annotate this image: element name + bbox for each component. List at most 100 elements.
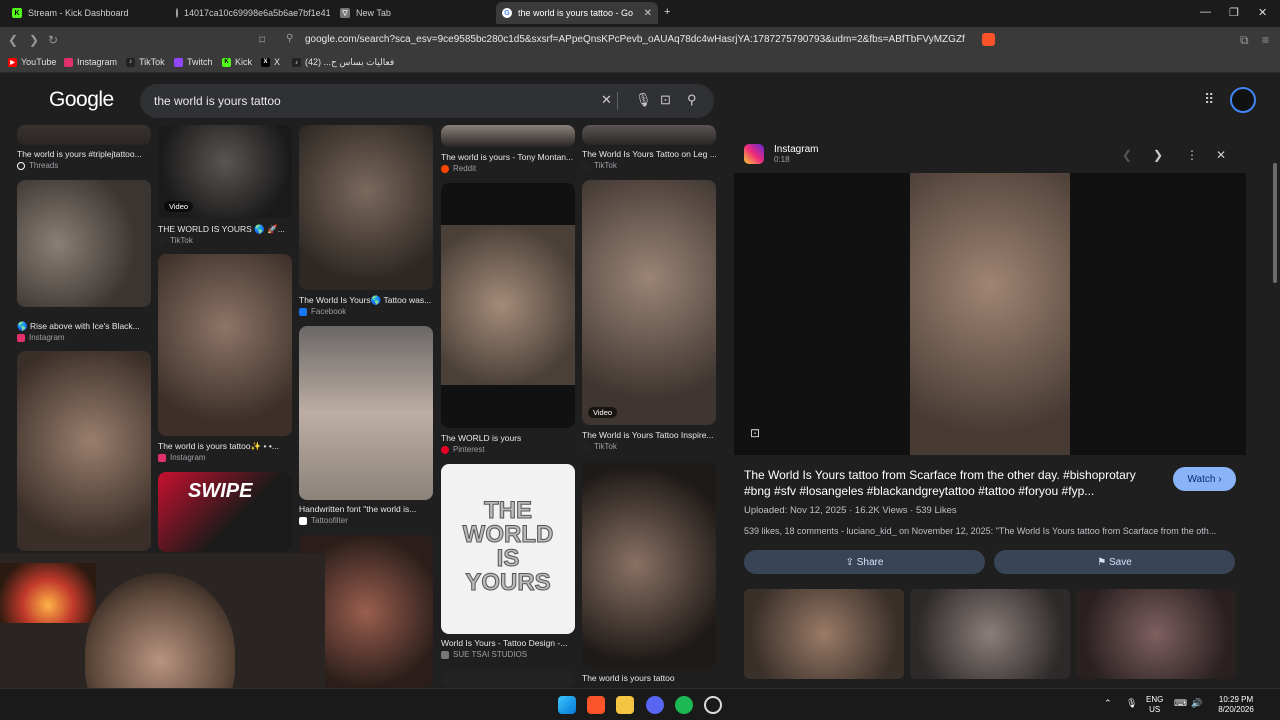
- bookmark-kick[interactable]: K Kick: [222, 57, 252, 67]
- result-source[interactable]: Instagram: [158, 453, 206, 462]
- result-image[interactable]: [299, 326, 433, 500]
- result-source[interactable]: TikTok: [582, 161, 617, 170]
- site-info-icon[interactable]: ⚲: [286, 33, 293, 44]
- search-input[interactable]: the world is yours tattoo: [154, 94, 281, 108]
- restore-button[interactable]: ❐: [1229, 6, 1239, 19]
- panel-source-header[interactable]: Instagram 0:18: [744, 144, 818, 164]
- forward-icon[interactable]: ❯: [29, 33, 39, 47]
- search-box[interactable]: the world is yours tattoo ✕ 🎙 ⊡ ⚲: [140, 84, 714, 118]
- extensions-icon[interactable]: ⧉: [1240, 33, 1249, 48]
- minimize-button[interactable]: —: [1200, 6, 1211, 18]
- close-tab-icon[interactable]: ✕: [644, 8, 652, 19]
- url-field[interactable]: google.com/search?sca_esv=9ce9585bc280c1…: [305, 34, 965, 45]
- result-image[interactable]: [158, 254, 292, 436]
- result-image[interactable]: SWIPE: [158, 472, 292, 552]
- related-image[interactable]: [910, 589, 1070, 679]
- bookmark-icon[interactable]: ⌑: [259, 33, 265, 47]
- result-image[interactable]: [17, 180, 151, 307]
- panel-title[interactable]: The World Is Yours tattoo from Scarface …: [744, 467, 1154, 499]
- result-source[interactable]: SUE TSAI STUDIOS: [441, 650, 527, 659]
- result-caption[interactable]: World Is Yours - Tattoo Design -...: [441, 638, 575, 648]
- brave-icon[interactable]: [587, 696, 605, 714]
- result-image[interactable]: THE WORLD IS YOURS: [441, 464, 575, 634]
- bookmark-instagram[interactable]: Instagram: [64, 57, 117, 67]
- clock[interactable]: 10:29 PM 8/20/2026: [1212, 695, 1260, 715]
- obs-icon[interactable]: [704, 696, 722, 714]
- result-image[interactable]: [441, 125, 575, 147]
- result-image[interactable]: [441, 183, 575, 428]
- page-scrollbar[interactable]: [1270, 73, 1280, 688]
- bookmark-twitch[interactable]: Twitch: [174, 57, 213, 67]
- result-source[interactable]: TikTok: [158, 236, 193, 245]
- related-image[interactable]: [1076, 589, 1236, 679]
- result-caption[interactable]: The world is yours tattoo: [582, 673, 716, 683]
- bookmark-youtube[interactable]: ▶ YouTube: [8, 57, 56, 67]
- microphone-icon[interactable]: 🎙: [635, 92, 652, 108]
- volume-icon[interactable]: 🔊: [1191, 698, 1202, 708]
- result-caption[interactable]: The World is Yours Tattoo Inspire...: [582, 430, 716, 440]
- result-image[interactable]: [299, 125, 433, 290]
- result-source[interactable]: Instagram: [17, 333, 65, 342]
- bookmark-x[interactable]: XX: [261, 57, 280, 67]
- google-logo[interactable]: Google: [49, 88, 114, 112]
- result-caption[interactable]: The WORLD is yours: [441, 433, 575, 443]
- scrollbar-thumb[interactable]: [1273, 163, 1277, 283]
- discord-icon[interactable]: [646, 696, 664, 714]
- result-image[interactable]: Video: [158, 125, 292, 218]
- new-tab-button[interactable]: +: [664, 6, 670, 18]
- microphone-icon[interactable]: 🎙: [1126, 698, 1137, 708]
- result-image[interactable]: [582, 461, 716, 668]
- apps-grid-icon[interactable]: ⠿: [1204, 91, 1214, 108]
- close-window-button[interactable]: ✕: [1258, 6, 1267, 19]
- file-explorer-icon[interactable]: [616, 696, 634, 714]
- previous-icon[interactable]: ❮: [1122, 148, 1132, 162]
- result-caption[interactable]: The world is yours tattoo✨ • •...: [158, 441, 292, 452]
- result-source[interactable]: Reddit: [441, 164, 476, 173]
- start-icon[interactable]: [558, 696, 576, 714]
- bookmark-tiktok[interactable]: ♪ TikTok: [126, 57, 165, 67]
- next-icon[interactable]: ❯: [1153, 148, 1163, 162]
- tab-hash[interactable]: 14017ca10c69998e6a5b6ae7bf1e415: [170, 2, 330, 24]
- result-image[interactable]: [582, 125, 716, 145]
- result-caption[interactable]: Handwritten font "the world is...: [299, 504, 433, 514]
- result-image[interactable]: [17, 125, 151, 145]
- back-icon[interactable]: ❮: [8, 33, 18, 47]
- bookmark-tiktok-profile[interactable]: ♪ فعالیات بساس ح... (42): [292, 57, 394, 68]
- result-caption[interactable]: The World Is Yours🌎 Tattoo was...: [299, 295, 433, 306]
- more-options-icon[interactable]: ⋮: [1186, 148, 1198, 162]
- watch-button[interactable]: Watch ›: [1173, 467, 1236, 491]
- avatar[interactable]: [1230, 87, 1256, 113]
- search-icon[interactable]: ⚲: [687, 92, 697, 108]
- spotify-icon[interactable]: [675, 696, 693, 714]
- tab-new-tab[interactable]: ▽ New Tab: [334, 2, 494, 24]
- lens-search-icon[interactable]: ⊡: [750, 426, 760, 440]
- result-caption[interactable]: The world is yours - Tony Montan...: [441, 152, 575, 162]
- lens-icon[interactable]: ⊡: [660, 92, 671, 108]
- result-caption[interactable]: The World Is Yours Tattoo on Leg ...: [582, 149, 716, 159]
- result-source[interactable]: TikTok: [582, 442, 617, 451]
- tray-overflow-icon[interactable]: ⌃: [1104, 698, 1112, 708]
- tab-google-search[interactable]: G the world is yours tattoo - Goog ✕: [496, 2, 658, 24]
- result-source[interactable]: Facebook: [299, 307, 346, 316]
- network-icon[interactable]: ⌨: [1174, 698, 1187, 708]
- language-indicator[interactable]: ENG US: [1146, 695, 1163, 715]
- clear-search-icon[interactable]: ✕: [601, 92, 612, 108]
- brave-shields-icon[interactable]: [982, 33, 995, 46]
- share-button[interactable]: ⇪ Share: [744, 550, 985, 574]
- result-source[interactable]: Tattoofilter: [299, 516, 348, 525]
- reload-icon[interactable]: ↻: [48, 33, 58, 47]
- result-image[interactable]: [17, 351, 151, 551]
- result-image[interactable]: [441, 670, 575, 688]
- result-caption[interactable]: 🌎 Rise above with Ice's Black...: [17, 321, 151, 332]
- result-image[interactable]: Video: [582, 180, 716, 425]
- result-caption[interactable]: The world is yours #triplejtattoo...: [17, 149, 151, 159]
- result-caption[interactable]: THE WORLD IS YOURS 🌎 🚀...: [158, 224, 292, 235]
- menu-icon[interactable]: ≡: [1262, 33, 1269, 47]
- save-button[interactable]: ⚑ Save: [994, 550, 1235, 574]
- close-panel-icon[interactable]: ✕: [1216, 148, 1226, 162]
- related-image[interactable]: [744, 589, 904, 679]
- result-source[interactable]: Pinterest: [441, 445, 485, 454]
- preview-media[interactable]: ⊡: [734, 173, 1246, 455]
- tab-kick-dashboard[interactable]: K Stream - Kick Dashboard: [6, 2, 166, 24]
- result-source[interactable]: Threads: [17, 161, 58, 170]
